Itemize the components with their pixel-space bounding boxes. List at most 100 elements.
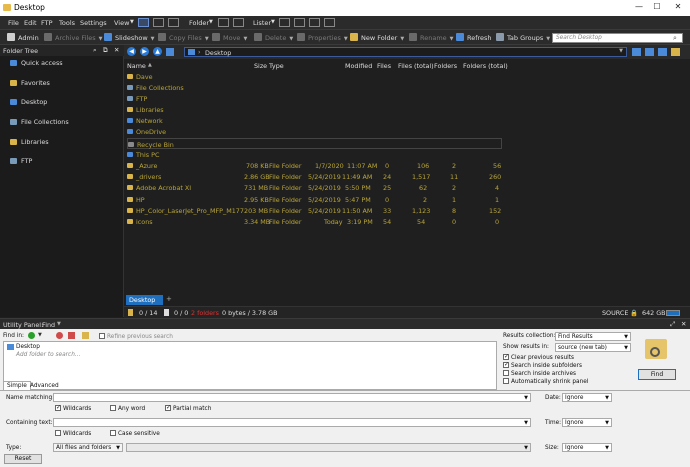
column-folders-total[interactable]: Folders (total) [463,62,508,70]
reset-button[interactable]: Reset [4,454,42,464]
chevron-down-icon[interactable]: ▼ [619,48,623,54]
properties-button[interactable]: Properties ▼ [297,33,348,42]
layout-list-icon[interactable] [153,18,164,27]
rename-button[interactable]: Rename ▼ [409,33,454,42]
tab-desktop[interactable]: Desktop [126,295,163,305]
any-word-option[interactable]: Any word [110,405,145,412]
expand-icon[interactable]: ⤢ [670,320,675,329]
results-collection-select[interactable]: Find Results ▼ [555,332,631,341]
show-results-select[interactable]: source (new tab) ▼ [555,343,631,352]
search-archives-option[interactable]: Search inside archives [503,370,576,377]
type-select[interactable]: All files and folders ▼ [53,443,123,452]
tree-item-quick-access[interactable]: Quick access [10,59,63,67]
chevron-down-icon[interactable]: ▼ [271,19,275,25]
list-item[interactable]: FTP [127,93,502,104]
find-button[interactable]: Find [638,369,676,380]
breadcrumb[interactable]: › Desktop ▼ [184,47,627,57]
layout-thumbs-icon[interactable] [168,18,179,27]
time-select[interactable]: Ignore ▼ [562,418,612,427]
search-subfolders-option[interactable]: Search inside subfolders [503,361,582,369]
find-locations-list[interactable]: Desktop Add folder to search... [3,341,497,390]
wildcards-option[interactable]: Wildcards [55,404,91,412]
tab-groups-button[interactable]: Tab Groups ▼ [496,33,550,42]
menu-view[interactable]: View [114,19,129,27]
column-size[interactable]: Size [254,62,267,70]
menu-edit[interactable]: Edit [24,19,37,27]
admin-button[interactable]: Admin [7,33,39,42]
tree-item-ftp[interactable]: FTP [10,157,32,165]
list-item[interactable]: OneDrive [127,126,502,137]
column-modified[interactable]: Modified [345,62,372,70]
delete-button[interactable]: Delete ▼ [254,33,293,42]
layout-details-icon[interactable] [138,18,149,27]
case-sensitive-option[interactable]: Case sensitive [110,430,160,437]
chevron-down-icon[interactable]: ▼ [57,321,61,327]
add-location-icon[interactable] [28,332,35,339]
list-item[interactable]: This PC [127,149,502,160]
list-item[interactable]: File Collections [127,82,502,93]
list-item[interactable]: Network [127,115,502,126]
refine-previous-search[interactable]: Refine previous search [99,333,173,340]
browse-folder-icon[interactable] [82,332,89,339]
view-icon[interactable] [632,48,641,56]
clear-locations-icon[interactable] [68,332,75,339]
close-icon[interactable]: ✕ [671,2,685,13]
view-icon[interactable] [658,48,667,56]
menu-file[interactable]: File [8,19,19,27]
archives-checkbox[interactable] [503,370,509,376]
forward-icon[interactable]: ▶ [140,47,149,56]
subfolders-checkbox[interactable] [503,361,509,368]
lister-dual-icon[interactable] [294,18,305,27]
name-matching-input[interactable]: ▼ [53,393,531,402]
menu-tools[interactable]: Tools [59,19,75,27]
folder-layout-icon[interactable] [218,18,229,27]
lister-tree-icon[interactable] [324,18,335,27]
clear-previous-checkbox[interactable] [503,353,509,360]
up-icon[interactable]: ▲ [153,47,162,56]
column-name[interactable]: Name [127,62,146,70]
close-icon[interactable]: ✕ [681,320,686,328]
case-sensitive-checkbox[interactable] [110,430,116,436]
breadcrumb-desktop[interactable]: Desktop [205,49,231,57]
new-folder-button[interactable]: New Folder ▼ [350,33,404,42]
date-select[interactable]: Ignore ▼ [562,393,612,402]
tree-item-libraries[interactable]: Libraries [10,138,49,146]
column-folders[interactable]: Folders [434,62,457,70]
shrink-panel-option[interactable]: Automatically shrink panel [503,378,588,385]
text-wildcards-checkbox[interactable] [55,430,61,436]
tree-item-file-collections[interactable]: File Collections [10,118,69,126]
remove-location-icon[interactable] [56,332,63,339]
menu-ftp[interactable]: FTP [41,19,53,27]
list-item[interactable]: Dave [127,71,502,82]
lister-single-icon[interactable] [279,18,290,27]
partial-match-checkbox[interactable] [165,404,171,411]
slideshow-button[interactable]: Slideshow ▼ [104,33,155,42]
table-row[interactable]: HP_Color_LaserJet_Pro_MFP_M177 203 MB Fi… [127,205,502,216]
view-icon[interactable] [645,48,654,56]
search-input[interactable]: Search Desktop [552,33,683,43]
folder-layout2-icon[interactable] [233,18,244,27]
chevron-down-icon[interactable]: ▼ [209,19,213,25]
new-tab-icon[interactable]: + [166,295,172,303]
column-type[interactable]: Type [269,62,284,70]
table-row[interactable]: HP 2.95 KB File Folder 5/24/2019 5:47 PM… [127,194,502,205]
maximize-icon[interactable]: ☐ [650,2,664,13]
folder-icon[interactable] [671,48,680,56]
clear-previous-option[interactable]: Clear previous results [503,353,574,361]
location-desktop[interactable]: Desktop [16,344,40,350]
refine-checkbox[interactable] [99,333,105,339]
table-row[interactable]: _drivers 2.86 GB File Folder 5/24/2019 1… [127,171,502,182]
tab-advanced[interactable]: Advanced [28,382,61,390]
add-folder-placeholder[interactable]: Add folder to search... [16,352,80,358]
list-item[interactable]: Libraries [127,104,502,115]
type-filter-input[interactable]: ▼ [126,443,531,452]
tree-item-desktop[interactable]: Desktop [10,98,47,106]
back-icon[interactable]: ◀ [127,47,136,56]
wildcards-checkbox[interactable] [55,404,61,411]
menu-settings[interactable]: Settings [80,19,107,27]
copy-files-button[interactable]: Copy Files ▼ [158,33,209,42]
partial-match-option[interactable]: Partial match [165,404,211,412]
search-icon[interactable]: ⌕ [673,34,677,43]
minimize-icon[interactable]: — [632,2,646,13]
move-button[interactable]: Move ▼ [212,33,247,42]
